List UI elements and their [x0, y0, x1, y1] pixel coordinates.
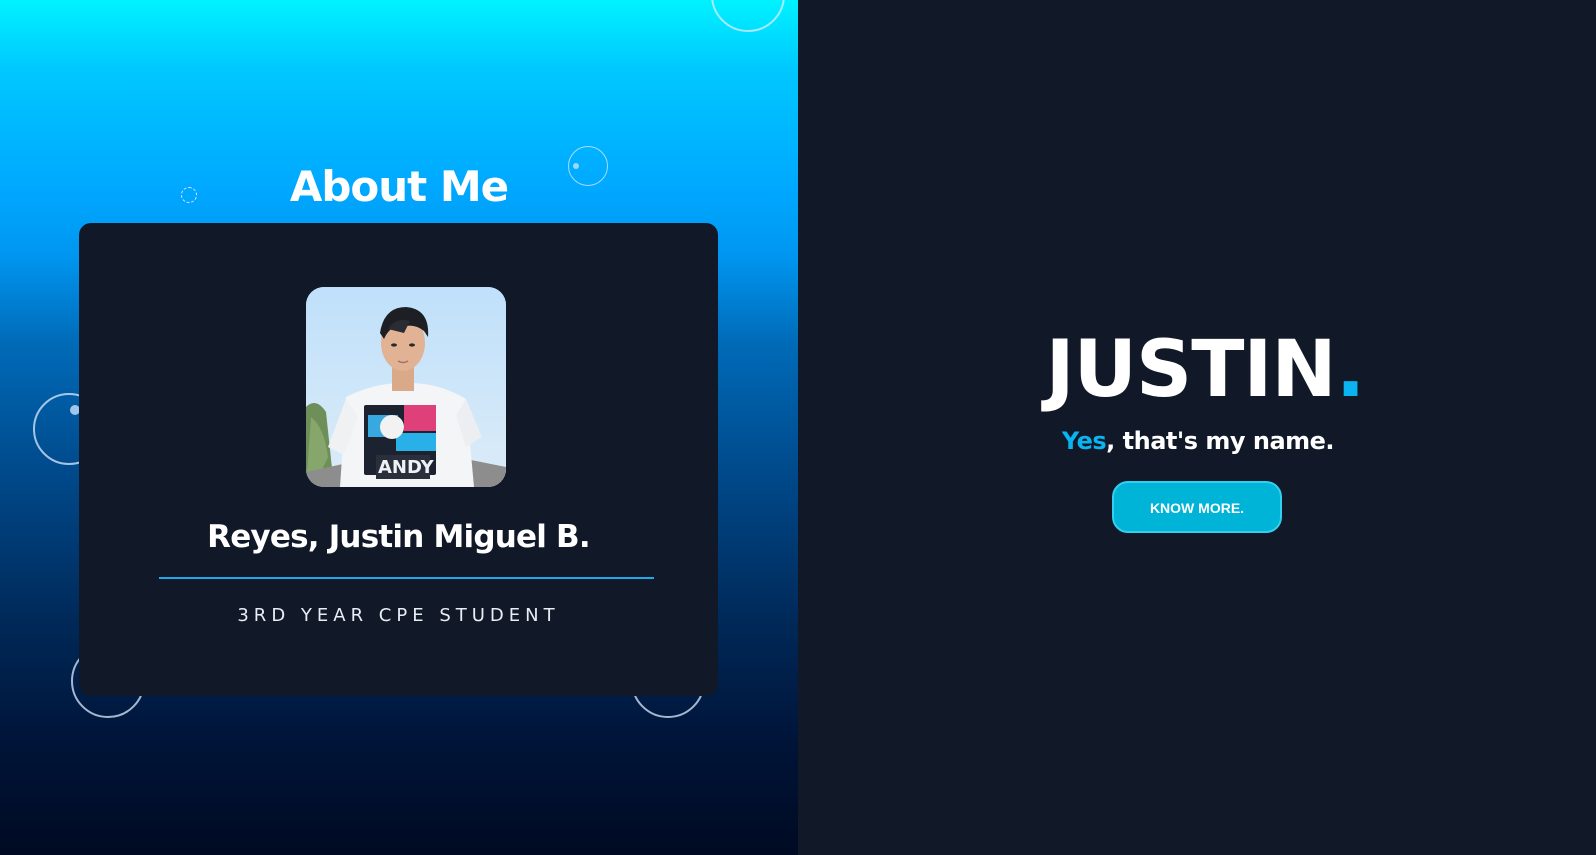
hero-name: JUSTIN	[1045, 325, 1337, 415]
about-section: About Me ANDY Reyes, Justin Miguel B. 3R…	[0, 0, 798, 855]
profile-photo: ANDY	[306, 287, 506, 487]
hero-section: JUSTIN. Yes, that's my name. KNOW MORE.	[798, 0, 1596, 855]
hero-block: JUSTIN. Yes, that's my name. KNOW MORE.	[798, 325, 1596, 533]
bubble-decoration	[711, 0, 785, 32]
profile-name: Reyes, Justin Miguel B.	[207, 519, 591, 555]
section-title: About Me	[289, 162, 509, 211]
hero-tagline: Yes, that's my name.	[799, 427, 1596, 455]
profile-card: ANDY Reyes, Justin Miguel B. 3RD YEAR CP…	[79, 223, 718, 696]
divider	[159, 577, 654, 579]
tagline-highlight: Yes	[1061, 427, 1107, 455]
page: About Me ANDY Reyes, Justin Miguel B. 3R…	[0, 0, 1596, 855]
tagline-rest: , that's my name.	[1106, 427, 1335, 455]
profile-photo-image: ANDY	[306, 287, 506, 487]
profile-role: 3RD YEAR CPE STUDENT	[237, 605, 560, 626]
hero-name-dot: .	[1335, 325, 1366, 415]
hero-title: JUSTIN.	[806, 325, 1596, 415]
svg-text:ANDY: ANDY	[378, 457, 435, 478]
know-more-button[interactable]: KNOW MORE.	[1112, 481, 1282, 533]
